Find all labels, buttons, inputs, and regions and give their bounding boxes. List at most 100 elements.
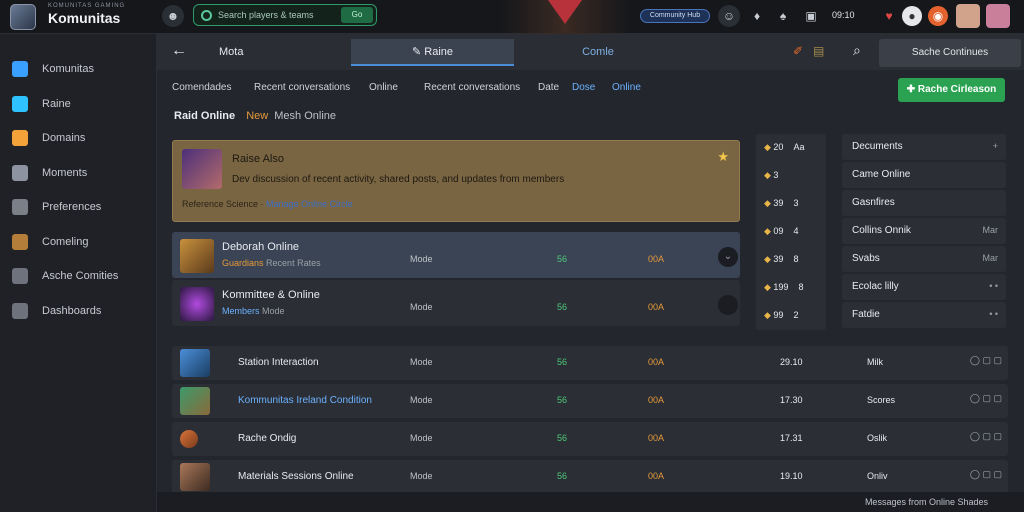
character-icon[interactable]: ☺ — [718, 5, 740, 27]
community-pill[interactable]: Community Hub — [640, 9, 710, 23]
footer: Messages from Online Shades — [157, 492, 1024, 512]
flame-icon[interactable]: ♠ — [772, 5, 794, 27]
row-sub: Guardians Recent Rates — [222, 258, 321, 268]
row-code: 00A — [648, 254, 665, 264]
table-row[interactable]: Kommittee & Online Members Mode Mode 56 … — [172, 280, 740, 326]
user-row[interactable]: Decuments + — [842, 134, 1006, 160]
table-row[interactable]: Deborah Online Guardians Recent Rates Mo… — [172, 232, 740, 278]
pencil-icon[interactable]: ✐ — [793, 44, 803, 58]
message-icon[interactable]: ▣ — [800, 5, 822, 27]
sidebar-item-8[interactable]: Dashboards — [0, 296, 157, 326]
stat-value: 09 — [773, 226, 784, 236]
search-go-button[interactable]: Go — [341, 7, 373, 23]
sidebar-item-2[interactable]: Raine — [0, 89, 157, 119]
sidebar-item-6[interactable]: Comeling — [0, 227, 157, 257]
star-icon[interactable]: ★ — [717, 149, 729, 165]
list-actions[interactable]: ◯ ▢ ▢ — [970, 393, 1002, 404]
list-name: Kommunitas Ireland Condition — [238, 395, 372, 406]
plus-icon: ✚ — [906, 84, 918, 95]
list-score: 56 — [557, 471, 568, 481]
list-score: 56 — [557, 395, 568, 405]
user-row[interactable]: Svabs Mar — [842, 246, 1006, 272]
user-row[interactable]: Fatdie • • — [842, 302, 1006, 328]
row-tag: Guardians — [222, 258, 264, 268]
bolt-icon[interactable]: ♦ — [746, 5, 768, 27]
stat-value: 199 — [773, 282, 789, 292]
list-score: 56 — [557, 433, 568, 443]
sidebar-item-1[interactable]: Komunitas — [0, 54, 157, 84]
user-row[interactable]: Gasnfires — [842, 190, 1006, 216]
sidebar-item-7[interactable]: Asche Comities — [0, 261, 157, 291]
list-item[interactable]: Rache Ondig Mode 56 00A 17.31 Oslik ◯ ▢ … — [172, 422, 1008, 456]
user-action[interactable]: Mar — [983, 253, 999, 263]
filter-7[interactable]: Online — [612, 82, 641, 93]
record-icon[interactable]: ◉ — [928, 6, 948, 26]
filter-2[interactable]: Recent conversations — [254, 82, 350, 93]
list-actions[interactable]: ◯ ▢ ▢ — [970, 355, 1002, 366]
tab-comle[interactable]: Comle — [562, 39, 634, 66]
stat-suffix: 8 — [798, 282, 804, 292]
chart-icon — [12, 95, 28, 112]
subtab-raid-online[interactable]: Raid Online — [174, 110, 235, 122]
settings-icon[interactable]: ● — [902, 6, 922, 26]
user-row[interactable]: Collins Onnik Mar — [842, 218, 1006, 244]
user-action[interactable]: Mar — [983, 225, 999, 235]
user-action[interactable]: • • — [989, 281, 998, 291]
logo-avatar — [10, 4, 36, 30]
list-code: 00A — [648, 357, 665, 367]
row-sub: Members Mode — [222, 306, 285, 316]
list-item[interactable]: Materials Sessions Online Mode 56 00A 19… — [172, 460, 1008, 494]
sidebar-item-label: Raine — [42, 97, 71, 110]
user-label: Fatdie — [852, 309, 880, 320]
filter-5[interactable]: Date — [538, 82, 559, 93]
featured-meta-link[interactable]: Manage Online Circle — [266, 199, 353, 209]
tab-raine[interactable]: ✎ Raine — [351, 39, 514, 66]
list-actions[interactable]: ◯ ▢ ▢ — [970, 469, 1002, 480]
back-arrow-icon[interactable]: ← — [171, 42, 187, 60]
list-item[interactable]: Station Interaction Mode 56 00A 29.10 Mi… — [172, 346, 1008, 380]
search-icon[interactable]: ⌕ — [853, 42, 861, 59]
filter-1[interactable]: Comendades — [172, 82, 231, 93]
user-action[interactable]: + — [993, 141, 998, 151]
new-badge: New — [246, 110, 269, 122]
sidebar-item-5[interactable]: Preferences — [0, 192, 157, 222]
list-item[interactable]: Kommunitas Ireland Condition Mode 56 00A… — [172, 384, 1008, 418]
user-row[interactable]: Ecolac lilly • • — [842, 274, 1006, 300]
sidebar: Komunitas Raine Domains Moments Preferences C… — [0, 34, 157, 512]
list-tag: Oslik — [867, 433, 887, 443]
user-action[interactable]: • • — [989, 309, 998, 319]
filter-6[interactable]: Dose — [572, 82, 595, 93]
search-icon — [201, 10, 212, 21]
more-icon[interactable] — [718, 295, 738, 315]
list-name: Materials Sessions Online — [238, 471, 354, 482]
list-actions[interactable]: ◯ ▢ ▢ — [970, 431, 1002, 442]
create-button[interactable]: ✚ Rache Cirleason — [898, 78, 1005, 102]
sidebar-item-3[interactable]: Domains — [0, 123, 157, 153]
box-icon — [12, 268, 28, 284]
user-row[interactable]: Came Online — [842, 162, 1006, 188]
chevron-down-icon[interactable]: ⌄ — [718, 247, 738, 267]
filter-3[interactable]: Online — [369, 82, 398, 93]
stat-row: ◆ 99 2 — [764, 310, 798, 321]
avatar[interactable] — [956, 4, 980, 28]
list-avatar — [180, 463, 210, 491]
stat-icon: ◆ — [764, 170, 774, 180]
main-content: ← Mota ✎ Raine Comle ✐ ▤ ⌕ Sache Continu… — [157, 34, 1024, 512]
sache-continues-button[interactable]: Sache Continues — [879, 39, 1021, 67]
folder-icon[interactable]: ▤ — [813, 44, 824, 58]
featured-card[interactable]: Raise Also Dev discussion of recent acti… — [172, 140, 740, 222]
profile-icon[interactable]: ☻ — [162, 5, 184, 27]
top-search[interactable]: Search players & teams Go — [193, 4, 377, 26]
subtab-mesh-online[interactable]: Mesh Online — [274, 110, 336, 122]
stat-icon: ◆ — [764, 282, 774, 292]
list-value: 17.30 — [780, 395, 803, 405]
search-input[interactable]: Search players & teams — [218, 10, 314, 20]
sidebar-item-4[interactable]: Moments — [0, 158, 157, 188]
heart-icon[interactable]: ♥ — [878, 5, 900, 27]
featured-meta: Reference Science · Manage Online Circle — [182, 199, 353, 209]
app-logo[interactable]: KOMUNITAS GAMING Komunitas — [8, 3, 158, 31]
avatar-secondary[interactable] — [986, 4, 1010, 28]
clock: 09:10 — [832, 10, 855, 20]
stat-suffix: 8 — [793, 254, 799, 264]
filter-4[interactable]: Recent conversations — [424, 82, 520, 93]
